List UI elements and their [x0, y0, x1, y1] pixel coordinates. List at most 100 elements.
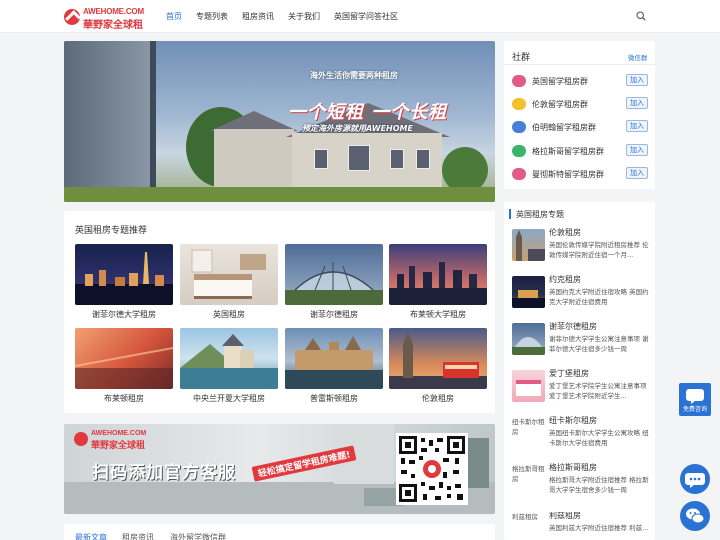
hero-house-side	[64, 41, 150, 202]
topic-label: 谢菲尔德租房	[310, 310, 358, 319]
topics-title: 英国租房专题推荐	[75, 226, 148, 236]
wechat-icon	[686, 508, 705, 524]
topic-tile[interactable]: 布莱顿大学租房	[389, 244, 487, 320]
topic-tile[interactable]: 普雷斯顿租房	[285, 328, 383, 404]
logo-mark-icon	[64, 9, 80, 25]
topic-list-title: 英国租房专题	[516, 210, 564, 219]
topic-label: 布莱顿租房	[104, 394, 144, 403]
topic-image	[180, 244, 278, 305]
topic-item-title: 谢菲尔德租房	[549, 322, 597, 331]
topic-label: 谢菲尔德大学租房	[92, 310, 156, 319]
hero-house-edge	[150, 41, 156, 202]
nav-item-about[interactable]: 关于我们	[288, 0, 320, 33]
nav-item-topics[interactable]: 专题列表	[196, 0, 228, 33]
topic-tile[interactable]: 中央兰开夏大学租房	[180, 328, 278, 404]
join-button[interactable]: 加入	[626, 74, 648, 86]
social-title: 社群	[512, 53, 531, 63]
chat-button[interactable]	[680, 464, 710, 494]
topic-item-desc: 英国约克大学附近住宿攻略 英国约克大学附近住宿费用	[549, 288, 649, 306]
group-row: 伯明翰留学租房群 加入	[512, 119, 648, 135]
join-button[interactable]: 加入	[626, 97, 648, 109]
social-divider	[504, 64, 655, 65]
tab-news[interactable]: 租房资讯	[122, 532, 154, 540]
topic-list-item[interactable]: 约克租房 英国约克大学附近住宿攻略 英国约克大学附近住宿费用	[512, 275, 652, 318]
topic-thumbnail-alt: 纽卡斯尔租房	[512, 418, 545, 436]
topic-list-item[interactable]: 谢菲尔德租房 谢菲尔德大学学生公寓注意事项 谢菲尔德大学住宿多少钱一周	[512, 322, 652, 365]
topic-thumbnail	[512, 370, 545, 402]
search-icon[interactable]	[636, 11, 646, 21]
site-logo[interactable]: AWEHOME.COM 華野家全球租	[64, 6, 144, 31]
topic-item-desc: 谢菲尔德大学学生公寓注意事项 谢菲尔德大学住宿多少钱一周	[549, 335, 649, 353]
topic-image	[389, 244, 487, 305]
topic-list-accent	[509, 209, 511, 219]
topic-item-title: 伦敦租房	[549, 228, 581, 237]
join-button[interactable]: 加入	[626, 144, 648, 156]
hero-window	[348, 145, 370, 171]
topic-list-item[interactable]: 爱丁堡租房 爱丁堡艺术学院学生公寓注意事项 爱丁堡艺术学院附近学生...	[512, 369, 652, 412]
qr-code-icon	[399, 436, 465, 502]
free-consult-button[interactable]: 免费咨询	[679, 383, 711, 416]
hero-line-1: 海外生活你需要两种租房	[310, 71, 398, 80]
topic-tile[interactable]: 谢菲尔德租房	[285, 244, 383, 320]
main-nav: 首页 专题列表 租房资讯 关于我们 英国留学问答社区	[166, 0, 412, 33]
topic-item-title: 利兹租房	[549, 512, 581, 520]
nav-item-news[interactable]: 租房资讯	[242, 0, 274, 33]
topic-list-item[interactable]: 伦敦租房 英国伦敦传媒学院附近租房推荐 伦敦传媒学院附近住宿一个月...	[512, 228, 652, 271]
hero-window	[416, 149, 430, 169]
topic-item-title: 格拉斯哥租房	[549, 463, 597, 472]
topic-item-desc: 英国利兹大学附近住宿推荐 利兹...	[549, 524, 649, 532]
join-button[interactable]: 加入	[626, 167, 648, 179]
hero-window	[390, 149, 404, 169]
topic-tile[interactable]: 谢菲尔德大学租房	[75, 244, 173, 320]
topic-label: 布莱顿大学租房	[410, 310, 466, 319]
qr-banner-logo-english: AWEHOME.COM	[91, 430, 147, 437]
topic-image	[285, 328, 383, 389]
topic-image	[180, 328, 278, 389]
topic-thumbnail	[512, 276, 545, 308]
topic-item-desc: 爱丁堡艺术学院学生公寓注意事项 爱丁堡艺术学院附近学生...	[549, 382, 647, 400]
topic-thumbnail-alt: 格拉斯哥租房	[512, 465, 545, 483]
chat-bubble-icon	[512, 121, 526, 133]
free-consult-label: 免费咨询	[682, 406, 707, 413]
topic-item-desc: 英国纽卡斯尔大学学生公寓攻略 纽卡斯尔大学住宿费用	[549, 429, 649, 447]
topic-list-item[interactable]: 纽卡斯尔租房 纽卡斯尔租房 英国纽卡斯尔大学学生公寓攻略 纽卡斯尔大学住宿费用	[512, 416, 652, 459]
topic-item-desc: 格拉斯哥大学附近住宿推荐 格拉斯哥大学学生宿舍多少钱一周	[549, 476, 649, 494]
group-name: 曼彻斯特留学租房群	[532, 170, 604, 179]
topic-label: 普雷斯顿租房	[310, 394, 358, 403]
chat-dots-icon	[685, 473, 705, 488]
topic-tile[interactable]: 伦敦租房	[389, 328, 487, 404]
nav-item-home[interactable]: 首页	[166, 0, 182, 33]
nav-item-qa-community[interactable]: 英国留学问答社区	[334, 0, 398, 33]
topic-tile[interactable]: 布莱顿租房	[75, 328, 173, 404]
group-row: 英国留学租房群 加入	[512, 73, 648, 89]
topic-list-item[interactable]: 利兹租房 利兹租房 英国利兹大学附近住宿推荐 利兹...	[512, 512, 652, 540]
chat-bubble-icon	[512, 168, 526, 180]
join-button[interactable]: 加入	[626, 120, 648, 132]
chat-bubble-icon	[512, 145, 526, 157]
logo-chinese: 華野家全球租	[83, 20, 143, 31]
topic-image	[389, 328, 487, 389]
topic-thumbnail	[512, 323, 545, 355]
topic-list-item[interactable]: 格拉斯哥租房 格拉斯哥租房 格拉斯哥大学附近住宿推荐 格拉斯哥大学学生宿舍多少钱…	[512, 463, 652, 506]
hero-garage-roof	[210, 111, 298, 131]
tab-wechat-groups[interactable]: 海外留学微信群	[170, 532, 226, 540]
topic-label: 英国租房	[213, 310, 245, 319]
qr-code	[396, 433, 468, 505]
group-row: 伦敦留学租房群 加入	[512, 96, 648, 112]
article-tabs: 最新文章 租房资讯 海外留学微信群	[64, 524, 495, 540]
topic-item-title: 约克租房	[549, 275, 581, 284]
logo-english: AWEHOME.COM	[83, 7, 144, 16]
topic-image	[75, 328, 173, 389]
group-name: 伯明翰留学租房群	[532, 123, 596, 132]
tab-latest[interactable]: 最新文章	[75, 532, 107, 540]
hero-banner[interactable]: 海外生活你需要两种租房 一个短租 一个长租 预定海外房源就用AWEHOME	[64, 41, 495, 202]
group-row: 曼彻斯特留学租房群 加入	[512, 166, 648, 182]
qr-banner-logo-mark-icon	[74, 432, 88, 446]
social-more-link[interactable]: 微信群	[628, 52, 648, 62]
wechat-button[interactable]	[680, 501, 710, 531]
qr-banner[interactable]: AWEHOME.COM 華野家全球租 扫码添加官方客服 轻松搞定留学租房难题!	[64, 424, 495, 514]
hero-window	[314, 149, 328, 169]
topic-label: 中央兰开夏大学租房	[193, 394, 265, 403]
topic-tile[interactable]: 英国租房	[180, 244, 278, 320]
topic-item-desc: 英国伦敦传媒学院附近租房推荐 伦敦传媒学院附近住宿一个月...	[549, 241, 649, 259]
